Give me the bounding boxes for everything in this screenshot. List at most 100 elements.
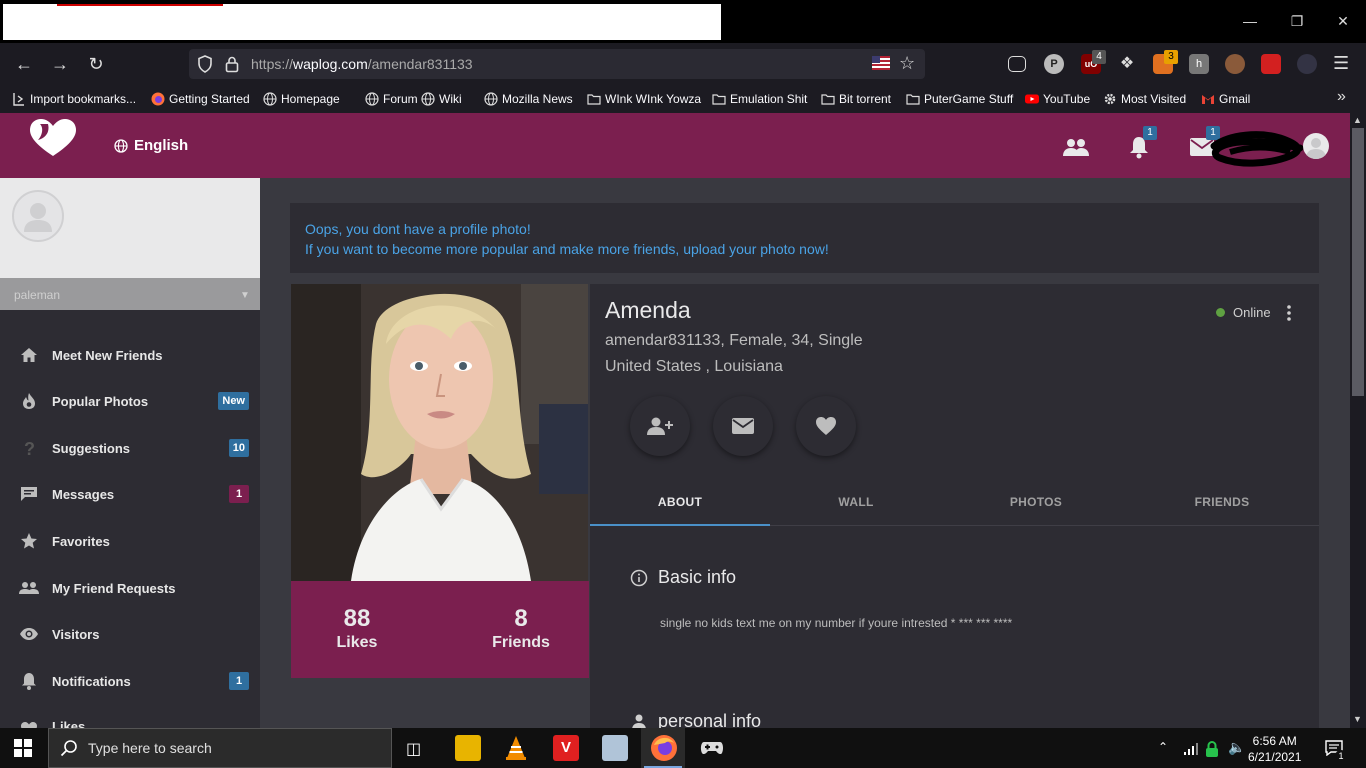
bookmark-item[interactable]: YouTube bbox=[1025, 91, 1090, 107]
tray-chevron-up-icon[interactable]: ⌃ bbox=[1158, 740, 1168, 754]
profile-photo-notice[interactable]: Oops, you dont have a profile photo! If … bbox=[290, 203, 1319, 273]
windows-start-icon[interactable] bbox=[14, 739, 32, 757]
tab-wall[interactable]: WALL bbox=[770, 486, 942, 526]
tab-about[interactable]: ABOUT bbox=[590, 486, 770, 526]
action-center-badge: 1 bbox=[1335, 750, 1347, 762]
photos-app-icon[interactable] bbox=[602, 735, 628, 761]
notice-line-1[interactable]: Oops, you dont have a profile photo! bbox=[305, 219, 1304, 239]
bookmark-star-icon[interactable]: ☆ bbox=[899, 53, 915, 74]
sidebar-item-likes[interactable]: Likes bbox=[0, 707, 260, 728]
add-friend-button[interactable] bbox=[630, 396, 690, 456]
vpn-lock-icon[interactable] bbox=[1204, 740, 1220, 758]
sidebar-item-messages[interactable]: Messages 1 bbox=[0, 474, 260, 514]
bookmark-item[interactable]: Import bookmarks... bbox=[12, 91, 136, 107]
vivaldi-icon[interactable]: V bbox=[553, 735, 579, 761]
minimize-icon[interactable]: — bbox=[1230, 8, 1270, 34]
sidebar-item-label: Suggestions bbox=[52, 440, 131, 456]
sidebar-item-visitors[interactable]: Visitors bbox=[0, 614, 260, 654]
tab-indicator bbox=[57, 4, 223, 6]
bookmark-item[interactable]: PuterGame Stuff bbox=[906, 91, 1013, 107]
active-tab-indicator bbox=[590, 524, 770, 526]
sidebar-item-notifications[interactable]: Notifications 1 bbox=[0, 661, 260, 701]
bookmark-item[interactable]: Forum bbox=[365, 91, 418, 107]
sidebar-item-badge: New bbox=[218, 392, 249, 410]
firefox-icon bbox=[151, 92, 165, 106]
basic-info-heading: Basic info bbox=[630, 567, 736, 588]
extension-grey-icon[interactable]: h bbox=[1189, 54, 1209, 74]
tab-friends[interactable]: FRIENDS bbox=[1125, 486, 1319, 526]
bookmark-item[interactable]: Wiki bbox=[421, 91, 462, 107]
wifi-icon[interactable] bbox=[1183, 742, 1199, 756]
profile-details: amendar831133, Female, 34, Single bbox=[605, 332, 863, 349]
scribble-redaction bbox=[1210, 128, 1310, 170]
pocket-icon[interactable] bbox=[1008, 56, 1026, 72]
profile-photo[interactable] bbox=[291, 284, 588, 581]
sidebar-item-suggestions[interactable]: ? Suggestions 10 bbox=[0, 428, 260, 468]
sidebar-username[interactable]: paleman bbox=[14, 288, 60, 302]
friends-people-icon[interactable] bbox=[1063, 137, 1089, 157]
scrollbar-thumb[interactable] bbox=[1352, 128, 1364, 396]
taskbar-clock[interactable]: 6:56 AM 6/21/2021 bbox=[1248, 733, 1301, 765]
bookmark-item[interactable]: Getting Started bbox=[151, 91, 250, 107]
extension-red-icon[interactable] bbox=[1261, 54, 1281, 74]
sidebar-item-my-friend-requests[interactable]: My Friend Requests bbox=[0, 568, 260, 608]
file-explorer-icon[interactable] bbox=[455, 735, 481, 761]
language-selector[interactable]: English bbox=[114, 137, 188, 154]
bookmark-item[interactable]: Emulation Shit bbox=[712, 91, 807, 107]
sidebar-item-popular-photos[interactable]: Popular Photos New bbox=[0, 381, 260, 421]
bookmark-item[interactable]: WInk WInk Yowza bbox=[587, 91, 701, 107]
sidebar-item-meet-new-friends[interactable]: Meet New Friends bbox=[0, 335, 260, 375]
gamepad-icon[interactable] bbox=[700, 739, 724, 757]
bookmark-label: Import bookmarks... bbox=[30, 92, 137, 106]
bookmarks-overflow-icon[interactable]: » bbox=[1337, 88, 1346, 106]
menu-hamburger-icon[interactable]: ☰ bbox=[1333, 53, 1349, 74]
likes-stat[interactable]: 88 Likes bbox=[297, 605, 417, 653]
bookmark-label: Bit torrent bbox=[839, 92, 892, 106]
likes-count: 88 bbox=[343, 605, 371, 632]
url-text[interactable]: https://waplog.com/amendar831133 bbox=[251, 56, 473, 72]
add-person-icon bbox=[646, 416, 674, 436]
forward-arrow-icon[interactable]: → bbox=[47, 51, 73, 77]
user-avatar[interactable] bbox=[1303, 133, 1329, 159]
back-arrow-icon[interactable]: ← bbox=[11, 51, 37, 77]
gear-icon bbox=[1103, 92, 1117, 106]
bookmark-item[interactable]: Mozilla News bbox=[484, 91, 573, 107]
restore-icon[interactable]: ❐ bbox=[1277, 8, 1317, 34]
reload-icon[interactable]: ↻ bbox=[83, 51, 109, 77]
like-button[interactable] bbox=[796, 396, 856, 456]
more-vertical-icon[interactable] bbox=[1284, 304, 1294, 322]
task-view-icon[interactable]: ◫ bbox=[406, 739, 421, 759]
caret-down-icon[interactable]: ▼ bbox=[240, 290, 250, 301]
extension-cookie-icon[interactable] bbox=[1225, 54, 1245, 74]
bookmark-item[interactable]: Homepage bbox=[263, 91, 340, 107]
lock-icon[interactable] bbox=[225, 55, 239, 73]
sidebar-item-favorites[interactable]: Favorites bbox=[0, 521, 260, 561]
firefox-taskbar-icon[interactable] bbox=[651, 735, 677, 761]
bookmark-item[interactable]: Most Visited bbox=[1103, 91, 1186, 107]
sidebar-item-badge: 10 bbox=[228, 439, 249, 457]
scroll-up-icon[interactable]: ▲ bbox=[1353, 115, 1362, 125]
vlc-icon[interactable] bbox=[504, 735, 528, 761]
tab-photos[interactable]: PHOTOS bbox=[946, 486, 1126, 526]
browser-tab[interactable] bbox=[3, 4, 721, 40]
sidebar-item-label: Messages bbox=[52, 486, 115, 502]
extension-puzzle-icon[interactable]: ❖ bbox=[1117, 54, 1137, 74]
volume-icon[interactable]: 🔈 bbox=[1228, 739, 1245, 756]
home-icon bbox=[19, 345, 39, 365]
close-icon[interactable]: ✕ bbox=[1323, 8, 1363, 34]
friends-stat[interactable]: 8 Friends bbox=[461, 605, 581, 653]
bookmark-item[interactable]: Gmail bbox=[1201, 91, 1250, 107]
p-extension-icon[interactable]: P bbox=[1044, 54, 1064, 74]
extension-owl-icon[interactable] bbox=[1297, 54, 1317, 74]
waplog-logo-icon[interactable] bbox=[28, 118, 78, 158]
folder-icon bbox=[712, 92, 726, 106]
scroll-down-icon[interactable]: ▼ bbox=[1353, 714, 1362, 724]
taskbar-search-placeholder[interactable]: Type here to search bbox=[88, 740, 212, 756]
notice-line-2[interactable]: If you want to become more popular and m… bbox=[305, 239, 1304, 259]
sidebar-avatar[interactable] bbox=[12, 190, 64, 242]
send-message-button[interactable] bbox=[713, 396, 773, 456]
shield-icon[interactable] bbox=[197, 55, 213, 73]
gmail-icon bbox=[1201, 92, 1215, 106]
us-flag-icon[interactable] bbox=[872, 56, 890, 70]
bookmark-item[interactable]: Bit torrent bbox=[821, 91, 891, 107]
